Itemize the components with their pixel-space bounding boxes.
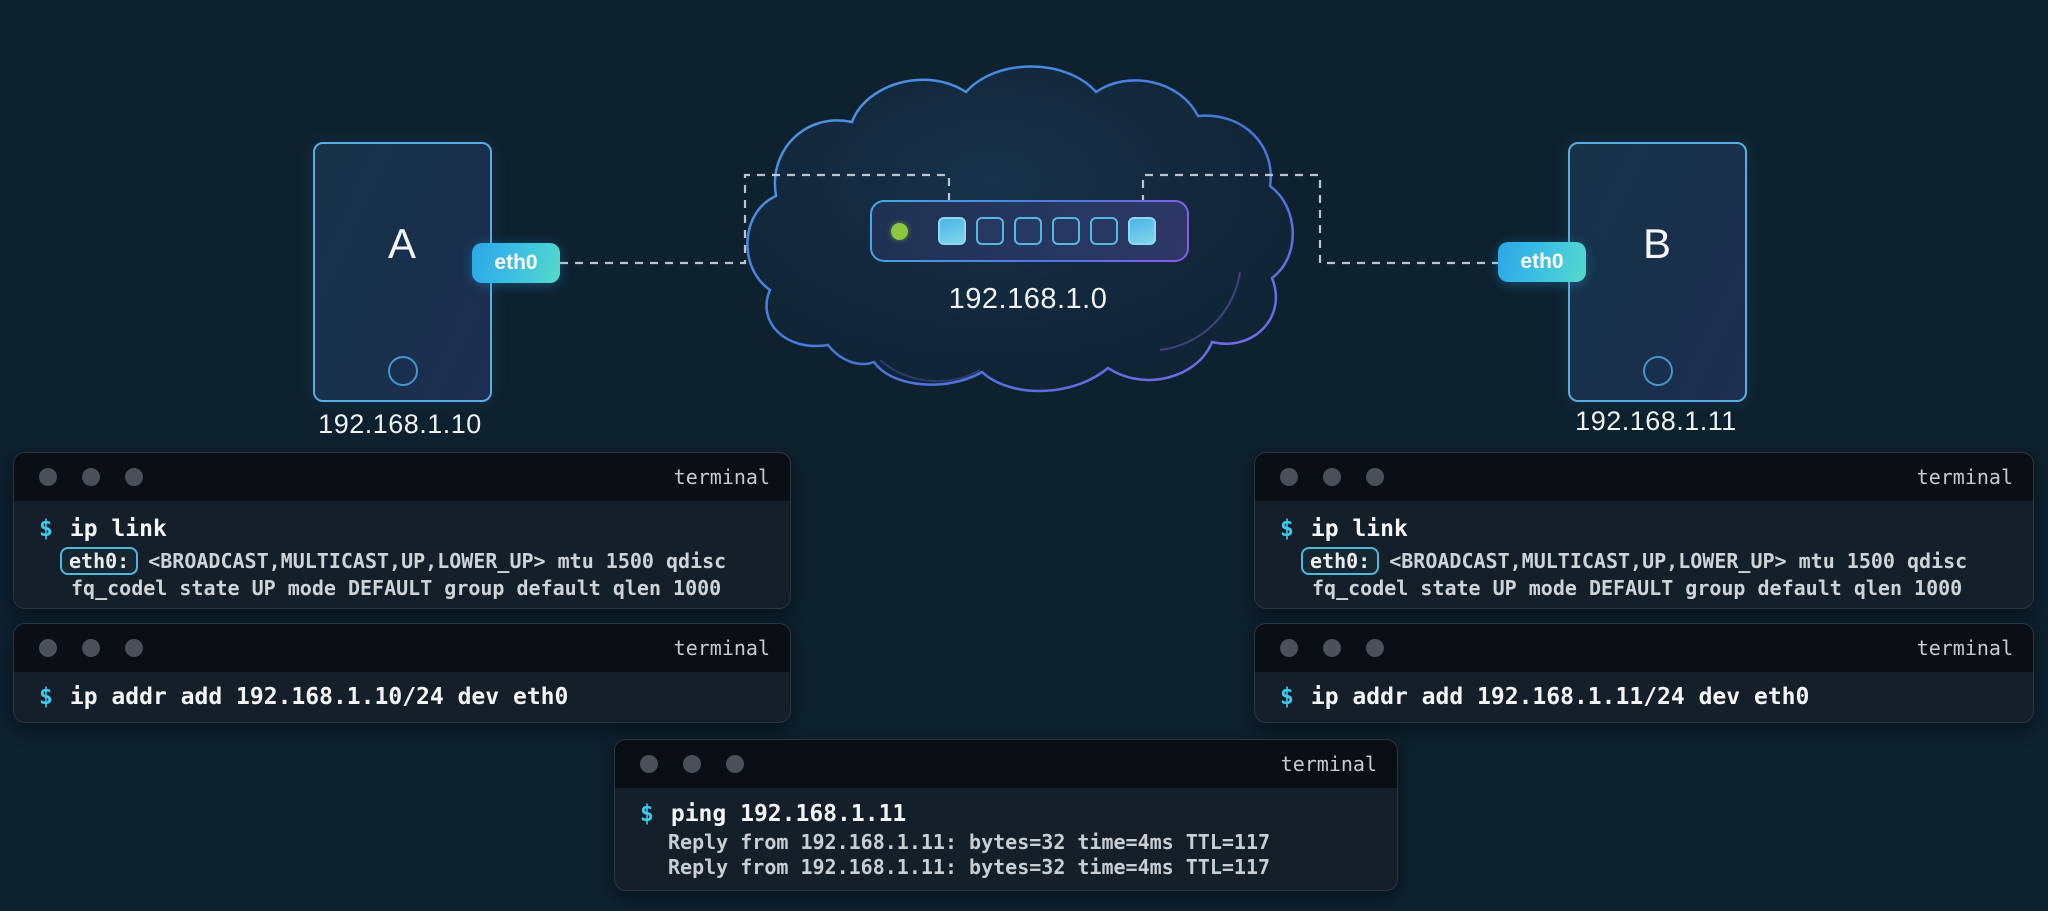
shell-prompt: $ bbox=[1280, 684, 1294, 710]
window-dot-icon bbox=[1323, 468, 1341, 486]
switch-port-2 bbox=[976, 217, 1004, 245]
switch-port-5 bbox=[1090, 217, 1118, 245]
command-line: $ ip addr add 192.168.1.10/24 dev eth0 bbox=[39, 681, 772, 713]
terminal-body: $ ip addr add 192.168.1.10/24 dev eth0 bbox=[14, 672, 790, 713]
switch-port-3 bbox=[1014, 217, 1042, 245]
terminal-titlebar: terminal bbox=[1255, 453, 2033, 501]
switch-port-4 bbox=[1052, 217, 1080, 245]
window-dot-icon bbox=[726, 755, 744, 773]
terminal-title: terminal bbox=[1916, 465, 2013, 489]
window-dot-icon bbox=[640, 755, 658, 773]
command-text: ip link bbox=[69, 516, 167, 542]
ping-reply-line: Reply from 192.168.1.11: bytes=32 time=4… bbox=[668, 855, 1271, 879]
network-diagram-canvas: A eth0 192.168.1.10 B eth0 192.168.1.11 … bbox=[0, 0, 2048, 911]
output-line: fq_codel state UP mode DEFAULT group def… bbox=[1312, 576, 1963, 600]
window-dot-icon bbox=[1280, 468, 1298, 486]
window-dot-icon bbox=[39, 468, 57, 486]
command-text: ping 192.168.1.11 bbox=[670, 801, 907, 827]
switch-ports bbox=[938, 217, 1156, 245]
host-a-power-dot-icon bbox=[387, 356, 418, 386]
terminal-titlebar: terminal bbox=[1255, 624, 2033, 672]
command-line: $ ip link bbox=[39, 513, 772, 545]
network-switch bbox=[870, 200, 1189, 262]
window-dot-icon bbox=[1366, 639, 1384, 657]
shell-prompt: $ bbox=[640, 801, 654, 827]
output-text: <BROADCAST,MULTICAST,UP,LOWER_UP> mtu 15… bbox=[148, 549, 727, 573]
host-b-power-dot-icon bbox=[1642, 356, 1673, 386]
command-text: ip link bbox=[1310, 516, 1408, 542]
terminal-window-b-ip-link: terminal $ ip link eth0: <BROADCAST,MULT… bbox=[1254, 452, 2034, 609]
window-dot-icon bbox=[125, 468, 143, 486]
window-dot-icon bbox=[683, 755, 701, 773]
command-text: ip addr add 192.168.1.10/24 dev eth0 bbox=[69, 684, 569, 710]
command-line: $ ip link bbox=[1280, 513, 2015, 545]
terminal-body: $ ip link eth0: <BROADCAST,MULTICAST,UP,… bbox=[1255, 501, 2033, 601]
shell-prompt: $ bbox=[1280, 516, 1294, 542]
terminal-body: $ ip link eth0: <BROADCAST,MULTICAST,UP,… bbox=[14, 501, 790, 601]
network-subnet-label: 192.168.1.0 bbox=[948, 283, 1108, 315]
output-text: <BROADCAST,MULTICAST,UP,LOWER_UP> mtu 15… bbox=[1389, 549, 1968, 573]
window-dot-icon bbox=[125, 639, 143, 657]
window-dot-icon bbox=[82, 639, 100, 657]
terminal-titlebar: terminal bbox=[14, 624, 790, 672]
host-node-b: B bbox=[1568, 142, 1747, 402]
host-a-eth0-badge: eth0 bbox=[472, 243, 560, 283]
host-node-a: A bbox=[313, 142, 492, 402]
output-line: eth0: <BROADCAST,MULTICAST,UP,LOWER_UP> … bbox=[60, 547, 772, 575]
terminal-window-ping: terminal $ ping 192.168.1.11 Reply from … bbox=[614, 739, 1398, 891]
host-b-ip-label: 192.168.1.11 bbox=[1575, 406, 1737, 436]
window-dot-icon bbox=[1323, 639, 1341, 657]
command-line: $ ping 192.168.1.11 bbox=[640, 798, 1379, 830]
terminal-window-a-ip-addr: terminal $ ip addr add 192.168.1.10/24 d… bbox=[13, 623, 791, 723]
terminal-body: $ ping 192.168.1.11 Reply from 192.168.1… bbox=[615, 788, 1397, 880]
shell-prompt: $ bbox=[39, 684, 53, 710]
command-line: $ ip addr add 192.168.1.11/24 dev eth0 bbox=[1280, 681, 2015, 713]
terminal-titlebar: terminal bbox=[615, 740, 1397, 788]
window-dot-icon bbox=[1366, 468, 1384, 486]
host-a-ip-label: 192.168.1.10 bbox=[318, 409, 482, 439]
command-output: eth0: <BROADCAST,MULTICAST,UP,LOWER_UP> … bbox=[60, 547, 772, 601]
eth0-tag: eth0: bbox=[60, 547, 139, 575]
host-a-label: A bbox=[387, 220, 417, 267]
terminal-window-b-ip-addr: terminal $ ip addr add 192.168.1.11/24 d… bbox=[1254, 623, 2034, 723]
switch-port-6 bbox=[1128, 217, 1156, 245]
command-output: eth0: <BROADCAST,MULTICAST,UP,LOWER_UP> … bbox=[1301, 547, 2015, 601]
terminal-title: terminal bbox=[673, 636, 770, 660]
terminal-titlebar: terminal bbox=[14, 453, 790, 501]
switch-status-led-icon bbox=[891, 222, 908, 240]
host-b-label: B bbox=[1642, 220, 1672, 267]
switch-port-1 bbox=[938, 217, 966, 245]
terminal-body: $ ip addr add 192.168.1.11/24 dev eth0 bbox=[1255, 672, 2033, 713]
window-dot-icon bbox=[39, 639, 57, 657]
host-b-eth0-badge: eth0 bbox=[1498, 242, 1586, 282]
terminal-title: terminal bbox=[1280, 752, 1377, 776]
terminal-title: terminal bbox=[673, 465, 770, 489]
window-dot-icon bbox=[1280, 639, 1298, 657]
terminal-title: terminal bbox=[1916, 636, 2013, 660]
command-text: ip addr add 192.168.1.11/24 dev eth0 bbox=[1310, 684, 1810, 710]
terminal-window-a-ip-link: terminal $ ip link eth0: <BROADCAST,MULT… bbox=[13, 452, 791, 609]
eth0-tag: eth0: bbox=[1301, 547, 1380, 575]
output-line: eth0: <BROADCAST,MULTICAST,UP,LOWER_UP> … bbox=[1301, 547, 2015, 575]
shell-prompt: $ bbox=[39, 516, 53, 542]
output-line: fq_codel state UP mode DEFAULT group def… bbox=[71, 576, 722, 600]
ping-reply-line: Reply from 192.168.1.11: bytes=32 time=4… bbox=[668, 830, 1271, 854]
window-dot-icon bbox=[82, 468, 100, 486]
